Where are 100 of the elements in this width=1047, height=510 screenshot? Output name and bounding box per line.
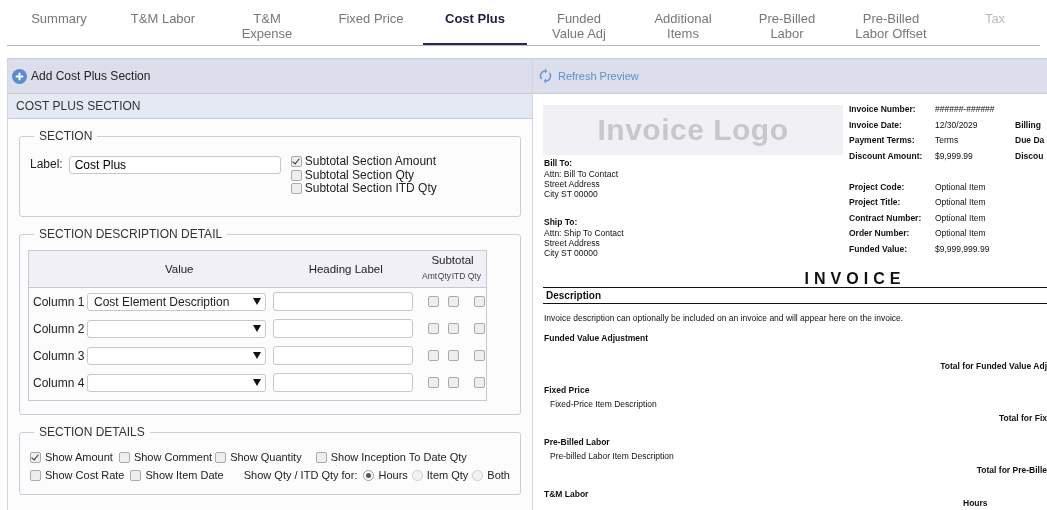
checkbox[interactable] [428,296,439,307]
address-line: Street Address [544,238,601,248]
value-dropdown[interactable] [86,319,266,338]
info-label: Billing [1015,118,1042,132]
checkbox[interactable] [474,377,485,388]
address-title: Ship To: [544,216,579,228]
checkbox-label: Show Comment [133,450,213,465]
checkbox[interactable] [448,323,459,334]
tab[interactable]: Cost Plus [423,0,527,45]
group-total-label: Total for Pre-Bille [976,465,1047,475]
caret-icon [252,298,261,305]
info-label: Due Da [1015,134,1046,147]
value-dropdown[interactable] [86,346,266,365]
info-label: Discount Amount: [849,149,924,163]
row-label: Column 4 [33,375,85,390]
group-title: Fixed Price [544,385,590,395]
tab[interactable]: T&M Labor [111,0,215,45]
info-label: Funded Value: [849,242,909,256]
group-total-label: Total for Funded Value Adj [940,361,1047,371]
info-label: Project Code: [849,180,906,194]
refresh-icon [539,68,552,84]
info-label: Discou [1015,149,1045,163]
checkbox[interactable] [448,377,459,388]
tab[interactable]: Pre-Billed Labor Offset [839,0,943,45]
info-value: $9,999,999.99 [935,242,991,256]
info-value: Terms [935,134,960,147]
group-title: Funded Value Adjustment [544,333,649,343]
group-title: SECTION DETAILS [38,425,146,439]
checkbox[interactable] [290,169,302,181]
radio-button[interactable] [363,469,375,481]
checkbox[interactable] [474,323,485,334]
checkbox-label: Show Inception To Date Qty [330,450,467,465]
heading-field[interactable] [273,292,414,311]
plus-icon [12,68,27,84]
checkbox[interactable] [290,156,302,168]
checkbox[interactable] [130,469,142,481]
info-label: Payment Terms: [849,134,916,147]
address-title: Bill To: [544,157,574,169]
label-field[interactable]: Cost Plus [68,156,281,174]
checkbox[interactable] [428,323,439,334]
item-description: Pre-billed Labor Item Description [550,451,674,461]
heading-field[interactable] [273,319,414,338]
info-value: ######-###### [935,103,996,116]
checkbox-label: Show Quantity [230,450,302,465]
column-header: Hours [963,498,988,508]
radio-label: Hours [378,468,408,483]
tab[interactable]: T&M Expense [215,0,319,45]
info-label: Order Number: [849,227,911,240]
refresh-preview-button[interactable]: Refresh Preview [539,68,639,84]
address-line: Street Address [544,179,601,189]
row-label: Column 2 [33,321,85,336]
checkbox-label: Show Item Date [145,468,224,483]
radio-label: Item Qty [426,468,469,483]
option-label: Show Qty / ITD Qty for: [243,468,358,483]
checkbox[interactable] [290,183,302,195]
column-header: Heading Label [308,263,383,275]
address-line: Attn: Bill To Contact [544,169,620,179]
info-label: Invoice Date: [849,118,903,132]
checkbox-label: Subtotal Section ITD Qty [304,182,437,196]
heading-field[interactable] [273,373,414,392]
section-header: COST PLUS SECTION [8,94,532,119]
tab[interactable]: Summary [7,0,111,45]
address-line: Attn: Ship To Contact [544,228,625,238]
checkbox-label: Show Amount [45,450,113,465]
info-value: Optional Item [935,211,987,225]
checkbox[interactable] [448,350,459,361]
invoice-title: INVOICE [803,274,907,284]
column-header: Qty [437,271,452,281]
checkbox[interactable] [448,296,459,307]
group-title: Pre-Billed Labor [544,437,610,447]
field-label: Label: [30,156,63,171]
info-value: Optional Item [935,180,987,194]
checkbox[interactable] [474,350,485,361]
tab[interactable]: Additional Items [631,0,735,45]
checkbox-label: Show Cost Rate [45,468,125,483]
radio-button[interactable] [411,469,423,481]
checkbox[interactable] [30,451,41,463]
checkbox[interactable] [428,377,439,388]
checkbox[interactable] [315,451,327,463]
item-description: Fixed-Price Item Description [550,399,657,409]
info-value: Optional Item [935,196,987,209]
tab[interactable]: Funded Value Adj [527,0,631,45]
add-section-button[interactable]: Add Cost Plus Section [12,68,151,84]
group-title: T&M Labor [544,489,589,499]
value-dropdown[interactable] [86,373,266,392]
tab[interactable]: Fixed Price [319,0,423,45]
radio-label: Both [487,468,510,483]
caret-icon [252,325,261,332]
column-header: Subtotal [431,254,474,266]
checkbox[interactable] [215,451,227,463]
radio-button[interactable] [472,469,484,481]
checkbox[interactable] [30,469,41,481]
heading-field[interactable] [273,346,414,365]
tab[interactable]: Pre-Billed Labor [735,0,839,45]
checkbox[interactable] [428,350,439,361]
checkbox[interactable] [474,296,485,307]
description-heading: Description [546,290,601,301]
value-dropdown[interactable]: Cost Element Description [86,292,266,311]
info-label: Contract Number: [849,211,923,225]
checkbox[interactable] [118,451,130,463]
